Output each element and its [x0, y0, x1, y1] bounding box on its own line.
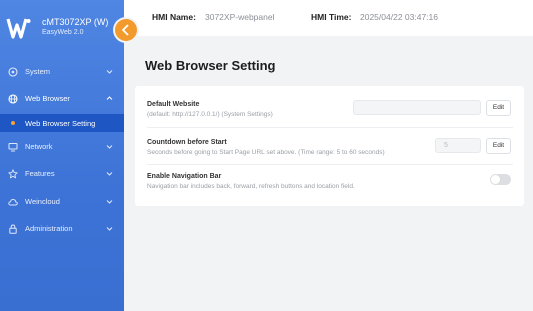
sidebar-subitem-web-browser-setting[interactable]: Web Browser Setting	[0, 114, 124, 132]
chevron-down-icon	[106, 200, 113, 204]
sidebar-item-network[interactable]: Network	[0, 139, 124, 155]
sidebar-item-label: Web Browser	[25, 94, 70, 103]
sidebar-item-features[interactable]: Features	[0, 166, 124, 182]
sidebar-item-label: Features	[25, 169, 55, 178]
sidebar-item-administration[interactable]: Administration	[0, 221, 124, 237]
divider	[147, 127, 513, 128]
countdown-desc: Seconds before going to Start Page URL s…	[147, 149, 385, 156]
sidebar-item-label: Weincloud	[25, 197, 60, 206]
chevron-down-icon	[106, 227, 113, 231]
chevron-up-icon	[106, 96, 113, 100]
brand: cMT3072XP (W) EasyWeb 2.0	[6, 14, 121, 44]
countdown-edit-button[interactable]: Edit	[486, 138, 511, 154]
settings-card: Default Website (default: http://127.0.0…	[135, 86, 524, 206]
countdown-title: Countdown before Start	[147, 139, 227, 146]
sidebar-item-label: Network	[25, 142, 53, 151]
default-website-desc: (default: http://127.0.0.1/) (System Set…	[147, 111, 273, 118]
sidebar-item-label: System	[25, 67, 51, 76]
sidebar-item-label: Administration	[25, 224, 73, 233]
monitor-icon	[8, 143, 18, 152]
hmi-time-label: HMI Time:	[311, 12, 352, 22]
navigation-bar-desc: Navigation bar includes back, forward, r…	[147, 183, 355, 190]
gear-icon	[8, 67, 18, 77]
cloud-icon	[8, 199, 18, 206]
weintek-logo	[6, 18, 31, 39]
lock-icon	[9, 224, 17, 234]
default-website-title: Default Website	[147, 101, 200, 108]
star-icon	[8, 169, 18, 179]
brand-subtitle: EasyWeb 2.0	[42, 29, 84, 36]
countdown-input[interactable]	[435, 138, 481, 153]
sidebar-subitem-label: Web Browser Setting	[25, 119, 96, 128]
hmi-name-label: HMI Name:	[152, 12, 196, 22]
navigation-bar-toggle[interactable]	[490, 174, 511, 185]
collapse-sidebar-button[interactable]	[115, 19, 137, 41]
chevron-down-icon	[106, 172, 113, 176]
top-header: HMI Name: 3072XP-webpanel HMI Time: 2025…	[124, 0, 533, 36]
default-website-input[interactable]	[353, 100, 481, 115]
hmi-time-value: 2025/04/22 03:47:16	[360, 12, 438, 22]
sidebar-item-system[interactable]: System	[0, 64, 124, 80]
toggle-knob	[491, 175, 500, 184]
chevron-down-icon	[106, 70, 113, 74]
navigation-bar-title: Enable Navigation Bar	[147, 173, 222, 180]
active-dot-icon	[11, 121, 15, 125]
sidebar: cMT3072XP (W) EasyWeb 2.0 System Web Bro…	[0, 0, 124, 311]
chevron-left-icon	[122, 24, 129, 36]
divider	[147, 164, 513, 165]
sidebar-item-weincloud[interactable]: Weincloud	[0, 194, 124, 210]
chevron-down-icon	[106, 145, 113, 149]
sidebar-item-web-browser[interactable]: Web Browser	[0, 91, 124, 107]
brand-title: cMT3072XP (W)	[42, 17, 109, 27]
hmi-name-value: 3072XP-webpanel	[205, 12, 275, 22]
default-website-edit-button[interactable]: Edit	[486, 100, 511, 116]
globe-icon	[8, 94, 18, 104]
page-title: Web Browser Setting	[145, 58, 276, 73]
